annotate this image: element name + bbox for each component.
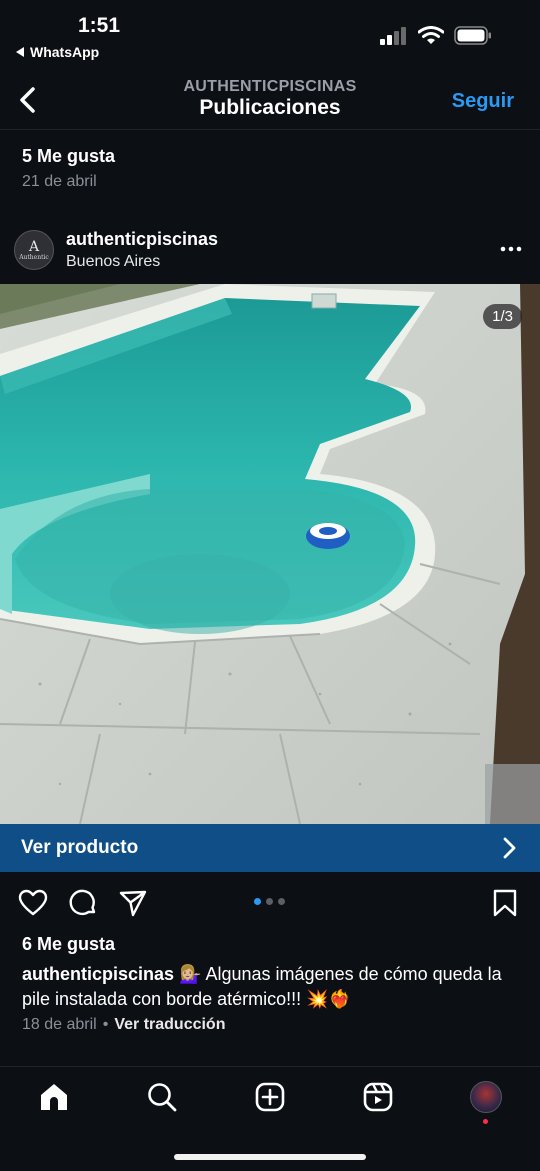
carousel-indicator — [254, 898, 285, 905]
previous-post-likes[interactable]: 5 Me gusta — [22, 146, 115, 167]
tab-create[interactable] — [254, 1081, 286, 1113]
wifi-icon — [417, 26, 445, 50]
heart-icon — [18, 889, 48, 922]
chevron-right-icon — [502, 836, 518, 860]
back-to-app[interactable]: WhatsApp — [16, 44, 99, 60]
avatar[interactable]: A Authentic — [14, 230, 54, 270]
post-location[interactable]: Buenos Aires — [66, 253, 160, 271]
comment-button[interactable] — [68, 888, 98, 918]
reels-icon — [362, 1082, 394, 1117]
pool-photo — [0, 284, 540, 824]
back-triangle-icon — [16, 44, 25, 60]
search-icon — [146, 1083, 178, 1117]
more-options-button[interactable] — [500, 241, 522, 252]
post-header: A Authentic authenticpiscinas Buenos Air… — [0, 226, 540, 282]
like-button[interactable] — [18, 888, 48, 918]
home-icon — [38, 1084, 70, 1117]
post-username[interactable]: authenticpiscinas — [66, 229, 218, 250]
home-indicator[interactable] — [174, 1154, 366, 1160]
caption-username[interactable]: authenticpiscinas — [22, 964, 174, 984]
tab-home[interactable] — [38, 1081, 70, 1113]
avatar-letter: A — [28, 238, 40, 255]
post-caption: authenticpiscinas 💁🏼‍♀️ Algunas imágenes… — [22, 962, 522, 1012]
post-likes[interactable]: 6 Me gusta — [22, 934, 115, 955]
profile-icon[interactable] — [470, 1081, 502, 1113]
save-button[interactable] — [490, 888, 520, 918]
follow-button[interactable]: Seguir — [452, 90, 514, 113]
navigation-bar: AUTHENTICPISCINAS Publicaciones Seguir — [0, 70, 540, 130]
image-counter: 1/3 — [483, 304, 522, 329]
status-time: 1:51 — [78, 14, 121, 37]
tab-search[interactable] — [146, 1081, 178, 1113]
avatar-text: Authentic — [19, 253, 49, 261]
tab-reels[interactable] — [362, 1081, 394, 1113]
post-actions — [0, 884, 540, 924]
more-icon — [500, 241, 522, 258]
post-meta: 18 de abril • Ver traducción — [22, 1016, 225, 1034]
view-product-label: Ver producto — [21, 837, 139, 858]
notification-dot — [483, 1119, 488, 1124]
battery-icon — [454, 26, 492, 50]
back-app-label: WhatsApp — [30, 44, 100, 60]
carousel-dot-3 — [278, 898, 285, 905]
view-product-button[interactable]: Ver producto — [0, 824, 540, 872]
translate-link[interactable]: Ver traducción — [114, 1016, 225, 1034]
share-icon — [118, 890, 148, 922]
post-date: 18 de abril — [22, 1016, 97, 1033]
tab-bar — [0, 1066, 540, 1171]
create-icon — [254, 1082, 286, 1117]
signal-icon — [380, 26, 408, 50]
comment-icon — [68, 889, 98, 922]
bookmark-icon — [490, 889, 520, 922]
meta-separator: • — [102, 1016, 109, 1033]
carousel-dot-2 — [266, 898, 273, 905]
post-image[interactable]: 1/3 — [0, 284, 540, 824]
share-button[interactable] — [118, 888, 148, 918]
carousel-dot-1 — [254, 898, 261, 905]
previous-post-date: 21 de abril — [22, 173, 97, 190]
status-bar: 1:51 WhatsApp — [0, 0, 540, 70]
